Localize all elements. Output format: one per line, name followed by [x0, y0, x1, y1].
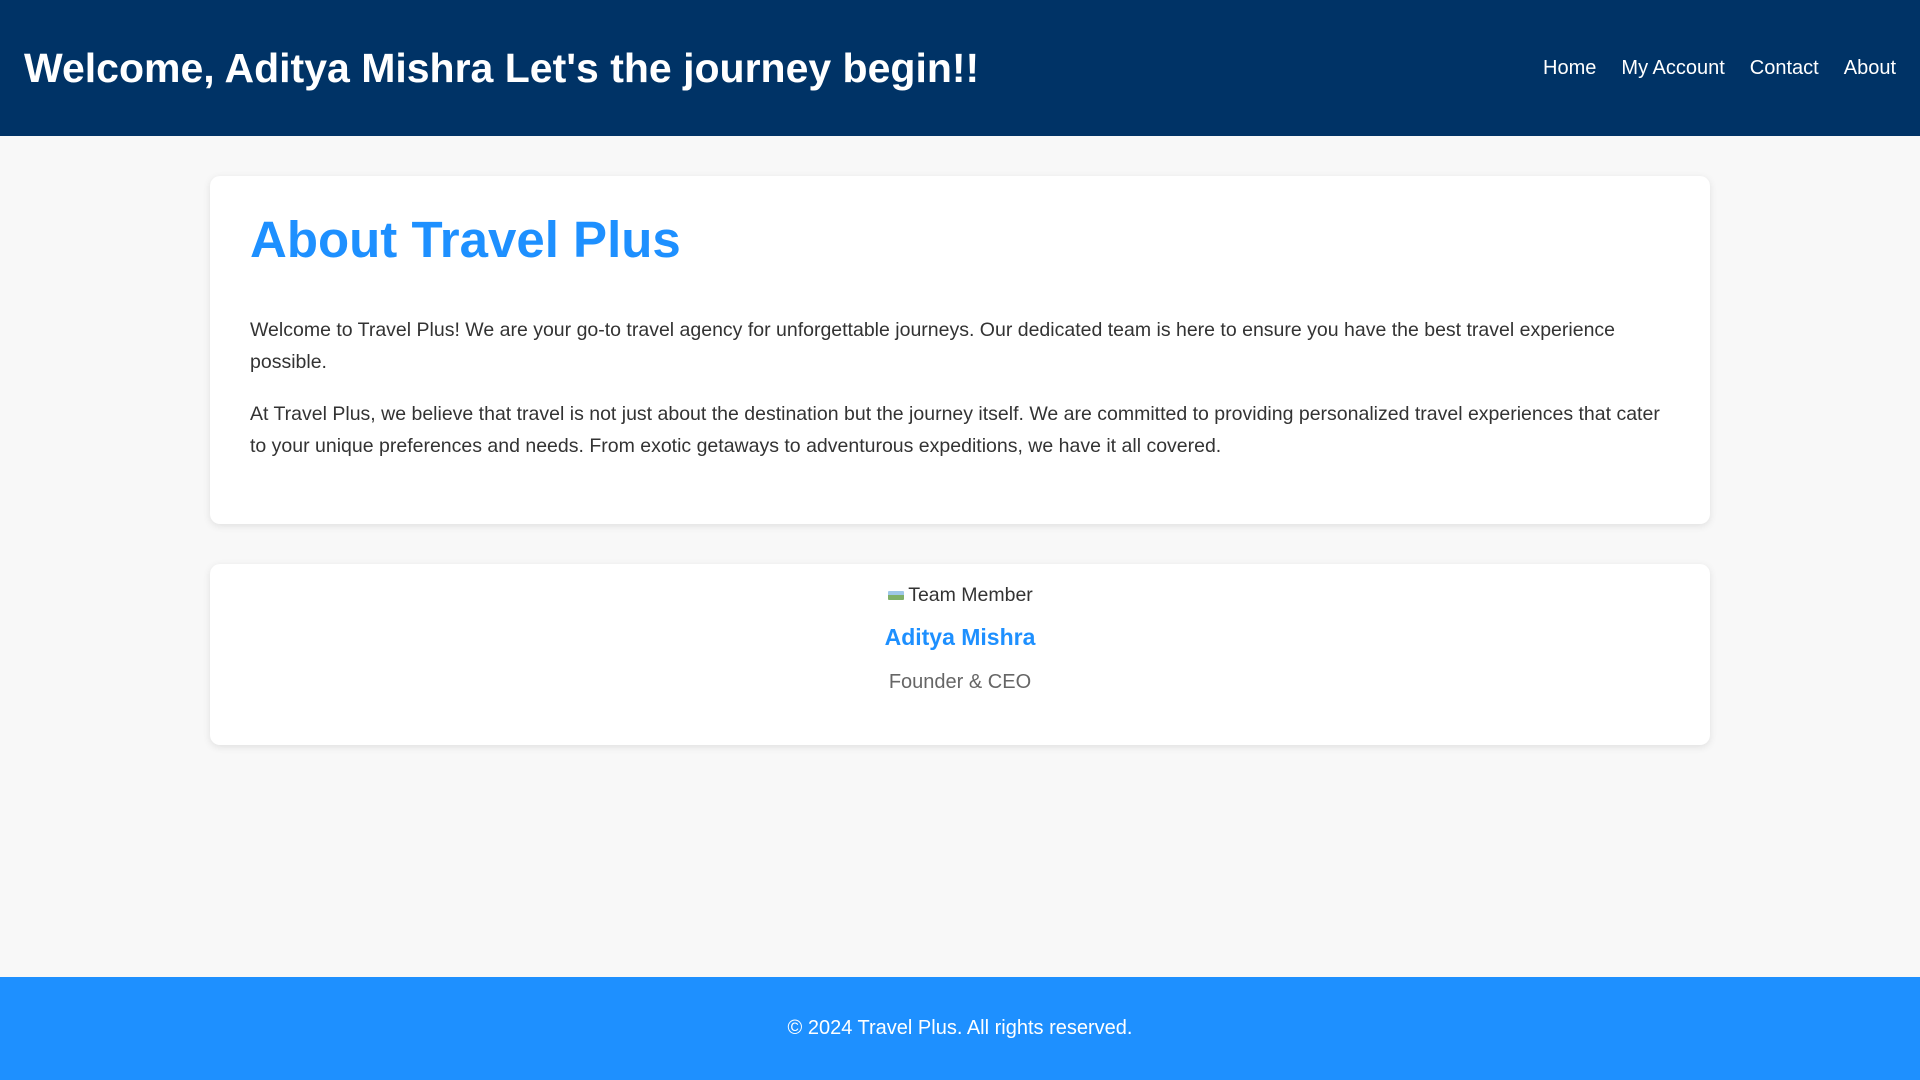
nav-about-link[interactable]: About — [1844, 57, 1896, 80]
team-member-card: Team Member Aditya Mishra Founder & CEO — [210, 564, 1710, 745]
nav-contact-link[interactable]: Contact — [1750, 57, 1819, 80]
about-paragraph-2: At Travel Plus, we believe that travel i… — [250, 403, 1660, 458]
main-navigation: Home My Account Contact About — [1518, 57, 1896, 80]
about-card: About Travel Plus Welcome to Travel Plus… — [210, 176, 1710, 524]
broken-image-icon — [887, 588, 907, 602]
team-member-image-alt: Team Member — [908, 583, 1033, 606]
welcome-title: Welcome, Aditya Mishra Let's the journey… — [24, 44, 980, 91]
site-header: Welcome, Aditya Mishra Let's the journey… — [0, 0, 1920, 136]
about-heading: About Travel Plus — [250, 211, 681, 268]
team-member-image: Team Member — [886, 583, 1034, 607]
about-paragraph-1: Welcome to Travel Plus! We are your go-t… — [250, 319, 1616, 374]
team-member-role: Founder & CEO — [888, 671, 1032, 693]
copyright-text: © 2024 Travel Plus. All rights reserved. — [787, 1017, 1133, 1039]
nav-my-account-link[interactable]: My Account — [1621, 57, 1724, 80]
nav-home-link[interactable]: Home — [1543, 57, 1596, 80]
site-footer: © 2024 Travel Plus. All rights reserved. — [0, 977, 1920, 1080]
team-member-name: Aditya Mishra — [884, 624, 1036, 650]
